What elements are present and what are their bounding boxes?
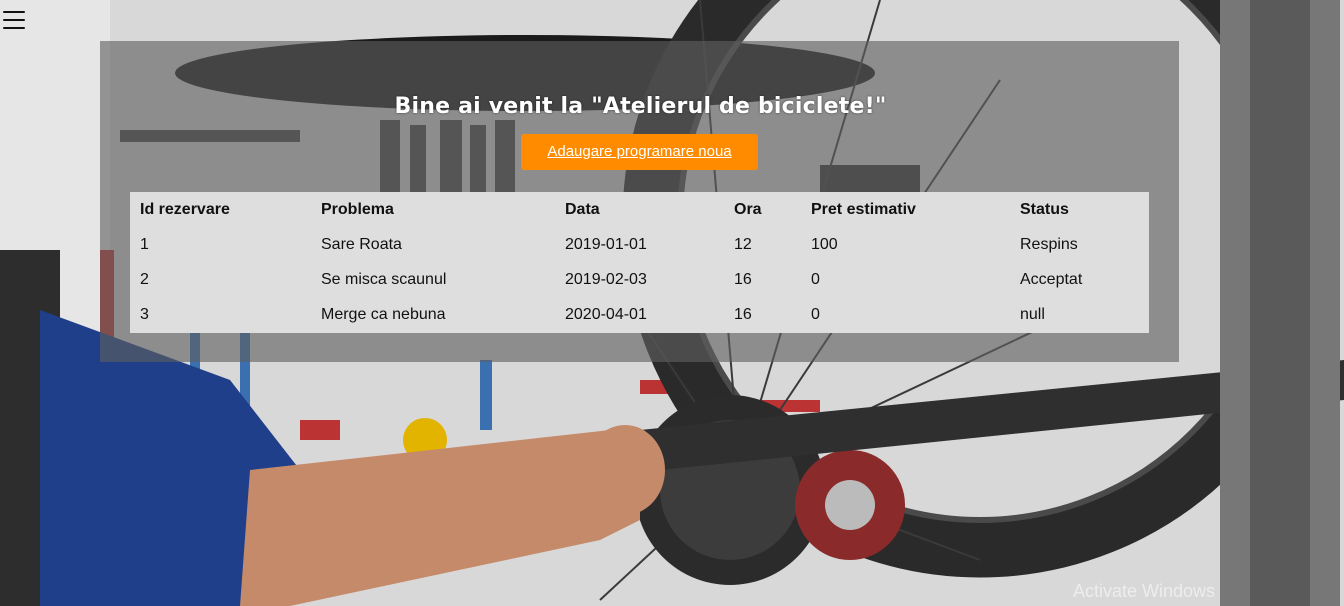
column-header-hour: Ora: [734, 200, 762, 218]
menu-bar: [3, 19, 25, 21]
cell-status: Respins: [1020, 235, 1078, 253]
appointments-table: Id rezervare Problema Data Ora Pret esti…: [130, 192, 1149, 333]
cell-status: null: [1020, 305, 1045, 323]
column-header-problem: Problema: [321, 200, 394, 218]
hamburger-menu-icon[interactable]: [2, 9, 26, 33]
table: Id rezervare Problema Data Ora Pret esti…: [130, 192, 1149, 332]
menu-bar: [3, 11, 25, 13]
page: Bine ai venit la "Atelierul de biciclete…: [0, 0, 1344, 606]
column-header-status: Status: [1020, 200, 1069, 218]
cell-hour: 16: [734, 305, 752, 323]
table-row: 2 Se misca scaunul 2019-02-03 16 0 Accep…: [130, 262, 1149, 297]
menu-bar: [3, 27, 25, 29]
cell-price: 100: [811, 235, 838, 253]
cell-id: 1: [140, 235, 149, 253]
cell-id: 3: [140, 305, 149, 323]
page-title: Bine ai venit la "Atelierul de biciclete…: [394, 94, 887, 119]
activate-windows-watermark: Activate Windows: [1073, 581, 1216, 601]
column-header-price: Pret estimativ: [811, 200, 916, 218]
cell-date: 2019-01-01: [565, 235, 647, 253]
add-appointment-button[interactable]: Adaugare programare noua: [521, 134, 758, 170]
cell-date: 2020-04-01: [565, 305, 647, 323]
cell-problem: Sare Roata: [321, 235, 402, 253]
cell-date: 2019-02-03: [565, 270, 647, 288]
cell-status: Acceptat: [1020, 270, 1083, 288]
cell-problem: Se misca scaunul: [321, 270, 447, 288]
cell-id: 2: [140, 270, 149, 288]
cell-price: 0: [811, 305, 820, 323]
table-row: 1 Sare Roata 2019-01-01 12 100 Respins: [130, 227, 1149, 262]
cell-hour: 12: [734, 235, 752, 253]
cell-problem: Merge ca nebuna: [321, 305, 446, 323]
cell-price: 0: [811, 270, 820, 288]
table-header-row: Id rezervare Problema Data Ora Pret esti…: [130, 192, 1149, 227]
column-header-date: Data: [565, 200, 600, 218]
column-header-id: Id rezervare: [140, 200, 230, 218]
cell-hour: 16: [734, 270, 752, 288]
table-row: 3 Merge ca nebuna 2020-04-01 16 0 null: [130, 297, 1149, 332]
